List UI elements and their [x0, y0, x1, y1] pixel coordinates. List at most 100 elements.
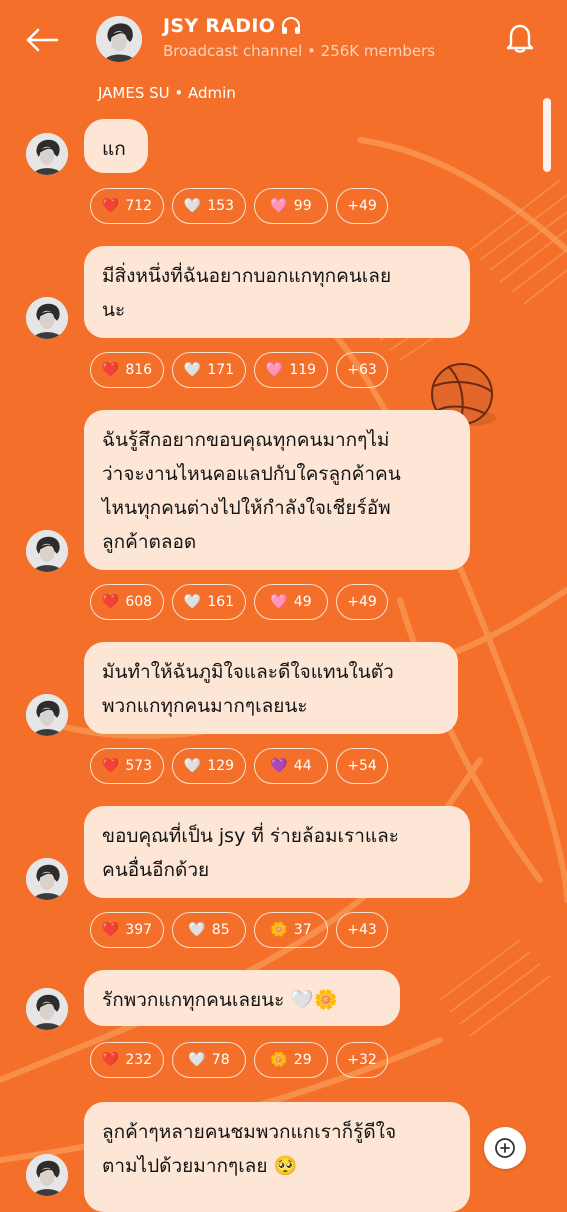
reaction-count: 129	[207, 758, 235, 774]
red-heart-icon: ❤️	[101, 594, 120, 610]
message-line: รักพวกแกทุกคนเลยนะ 🤍🌼	[102, 989, 338, 1011]
daisy-icon: 🌼	[270, 1052, 288, 1068]
message-line: คนอื่นอีกด้วย	[102, 859, 210, 881]
reaction-count: 99	[293, 198, 312, 214]
reaction-bar: ❤️ 816 🤍 171 🩷 119 +63	[90, 352, 388, 388]
reaction-bar: ❤️ 608 🤍 161 🩷 49 +49	[90, 584, 388, 620]
reaction-count: 573	[125, 758, 153, 774]
reaction-chip[interactable]: ❤️ 608	[90, 584, 164, 620]
reaction-count: +63	[347, 362, 377, 378]
reaction-chip[interactable]: ❤️ 816	[90, 352, 164, 388]
white-heart-icon: 🤍	[183, 594, 202, 610]
headphones-icon	[282, 17, 301, 34]
reaction-count: 153	[207, 198, 235, 214]
message-line: มีสิ่งหนึ่งที่ฉันอยากบอกแกทุกคนเลย	[102, 265, 392, 287]
reaction-count: +54	[347, 758, 377, 774]
sender-avatar[interactable]	[26, 530, 68, 572]
reaction-bar: ❤️ 712 🤍 153 🩷 99 +49	[90, 188, 388, 224]
profile-photo	[26, 694, 68, 736]
reaction-chip[interactable]: 🌼 37	[254, 912, 328, 948]
profile-photo	[26, 988, 68, 1030]
message-bubble[interactable]: ลูกค้าๆหลายคนชมพวกแกเราก็รู้ดีใจ ตามไปด้…	[84, 1102, 470, 1212]
message-bubble[interactable]: มันทำให้ฉันภูมิใจและดีใจแทนในตัว พวกแกทุ…	[84, 642, 458, 734]
reaction-chip[interactable]: 🩷 49	[254, 584, 328, 620]
message-line: มันทำให้ฉันภูมิใจและดีใจแทนในตัว	[102, 661, 394, 683]
profile-photo	[26, 133, 68, 175]
white-heart-icon: 🤍	[183, 362, 202, 378]
more-reactions-chip[interactable]: +54	[336, 748, 388, 784]
message-bubble[interactable]: ขอบคุณที่เป็น jsy ที่ ร่ายล้อมเราและ คนอ…	[84, 806, 470, 898]
reaction-chip[interactable]: 🩷 99	[254, 188, 328, 224]
channel-name: JSY RADIO	[163, 15, 276, 37]
sender-label: JAMES SU • Admin	[98, 84, 236, 102]
sender-avatar[interactable]	[26, 1154, 68, 1196]
reaction-chip[interactable]: 🩷 119	[254, 352, 328, 388]
profile-photo	[26, 858, 68, 900]
reaction-bar: ❤️ 397 🤍 85 🌼 37 +43	[90, 912, 388, 948]
message-line: พวกแกทุกคนมากๆเลยนะ	[102, 695, 308, 717]
more-reactions-chip[interactable]: +32	[336, 1042, 388, 1078]
channel-avatar[interactable]	[96, 16, 142, 62]
message-bubble[interactable]: ฉันรู้สึกอยากขอบคุณทุกคนมากๆไม่ ว่าจะงาน…	[84, 410, 470, 570]
bell-icon	[506, 24, 534, 53]
message-line: แก	[102, 138, 126, 160]
more-reactions-chip[interactable]: +43	[336, 912, 388, 948]
message-bubble[interactable]: แก	[84, 119, 148, 173]
white-heart-icon: 🤍	[188, 922, 206, 938]
reaction-count: 161	[207, 594, 235, 610]
more-reactions-chip[interactable]: +49	[336, 584, 388, 620]
reaction-chip[interactable]: 🤍 78	[172, 1042, 246, 1078]
profile-photo	[96, 16, 142, 62]
message-line: ลูกค้าๆหลายคนชมพวกแกเราก็รู้ดีใจ	[102, 1121, 397, 1143]
reaction-chip[interactable]: 🌼 29	[254, 1042, 328, 1078]
white-heart-icon: 🤍	[183, 198, 202, 214]
message-line: ไหนทุกคนต่างไปให้กำลังใจเชียร์อัพ	[102, 497, 391, 519]
reaction-chip[interactable]: 💜 44	[254, 748, 328, 784]
reaction-count: +43	[347, 922, 377, 938]
back-arrow-icon	[26, 28, 59, 52]
sender-avatar[interactable]	[26, 133, 68, 175]
reaction-bar: ❤️ 573 🤍 129 💜 44 +54	[90, 748, 388, 784]
more-reactions-chip[interactable]: +49	[336, 188, 388, 224]
reaction-count: +49	[347, 198, 377, 214]
message-line: ขอบคุณที่เป็น jsy ที่ ร่ายล้อมเราและ	[102, 825, 399, 847]
reaction-chip[interactable]: ❤️ 397	[90, 912, 164, 948]
back-button[interactable]	[22, 22, 62, 58]
white-heart-icon: 🤍	[183, 758, 202, 774]
reaction-chip[interactable]: 🤍 85	[172, 912, 246, 948]
message-bubble[interactable]: มีสิ่งหนึ่งที่ฉันอยากบอกแกทุกคนเลย นะ	[84, 246, 470, 338]
red-heart-icon: ❤️	[101, 198, 120, 214]
sender-avatar[interactable]	[26, 297, 68, 339]
reaction-count: 119	[289, 362, 317, 378]
red-heart-icon: ❤️	[101, 362, 120, 378]
message-line: ตามไปด้วยมากๆเลย 🥺	[102, 1155, 298, 1177]
profile-photo	[26, 297, 68, 339]
reaction-chip[interactable]: 🤍 161	[172, 584, 246, 620]
reaction-chip[interactable]: 🤍 129	[172, 748, 246, 784]
channel-title[interactable]: JSY RADIO	[163, 15, 301, 37]
message-bubble[interactable]: รักพวกแกทุกคนเลยนะ 🤍🌼	[84, 970, 400, 1026]
sender-avatar[interactable]	[26, 694, 68, 736]
reaction-count: 49	[293, 594, 312, 610]
sender-avatar[interactable]	[26, 858, 68, 900]
message-line: ลูกค้าตลอด	[102, 531, 197, 553]
reaction-chip[interactable]: ❤️ 573	[90, 748, 164, 784]
reaction-chip[interactable]: ❤️ 712	[90, 188, 164, 224]
reaction-chip[interactable]: 🤍 171	[172, 352, 246, 388]
message-line: นะ	[102, 299, 126, 321]
add-reaction-button[interactable]	[484, 1127, 526, 1169]
daisy-icon: 🌼	[270, 922, 288, 938]
notifications-button[interactable]	[500, 18, 540, 58]
pink-heart-icon: 🩷	[270, 594, 288, 610]
add-emoji-icon	[495, 1138, 515, 1158]
reaction-chip[interactable]: 🤍 153	[172, 188, 246, 224]
white-heart-icon: 🤍	[188, 1052, 206, 1068]
message-line: ว่าจะงานไหนคอแลปกับใครลูกค้าคน	[102, 463, 401, 485]
red-heart-icon: ❤️	[101, 758, 120, 774]
sender-avatar[interactable]	[26, 988, 68, 1030]
scrollbar[interactable]	[543, 98, 551, 172]
more-reactions-chip[interactable]: +63	[336, 352, 388, 388]
reaction-count: 171	[207, 362, 235, 378]
red-heart-icon: ❤️	[101, 1052, 120, 1068]
reaction-chip[interactable]: ❤️ 232	[90, 1042, 164, 1078]
